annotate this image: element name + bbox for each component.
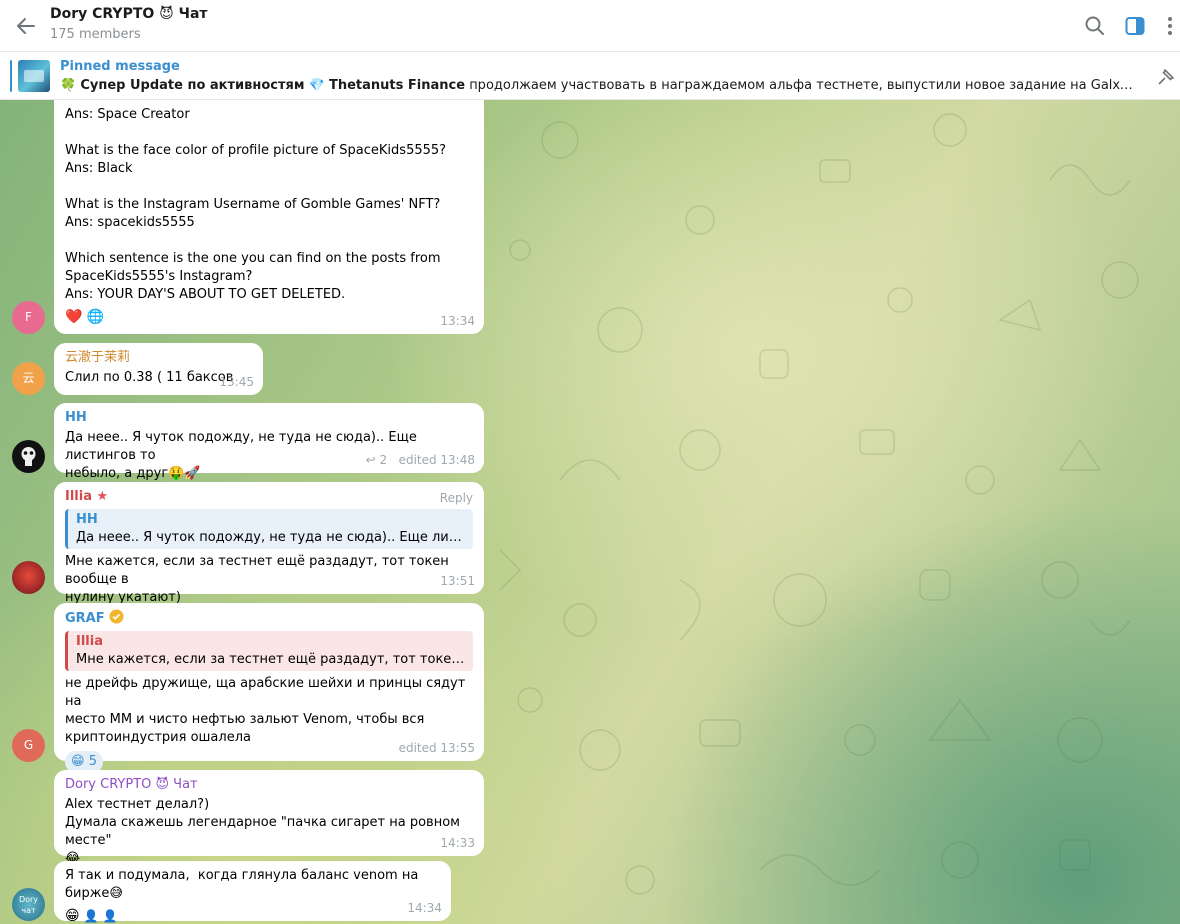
- message-bubble[interactable]: HH Да неее.. Я чуток подожду, не туда не…: [54, 403, 484, 481]
- message-time: 13:51: [440, 574, 475, 588]
- reaction-avatar[interactable]: 👤: [103, 909, 118, 923]
- message-line: What is the face color of profile pictur…: [65, 143, 447, 158]
- back-arrow-icon[interactable]: [12, 12, 40, 40]
- message-text: Я так и подумала, когда глянула баланс v…: [65, 868, 423, 901]
- quoted-reply[interactable]: Illia Мне кажется, если за тестнет ещё р…: [65, 631, 473, 671]
- star-icon: ★: [96, 489, 109, 504]
- reply-count[interactable]: 2: [379, 453, 387, 467]
- chat-header: Dory CRYPTO 😈 Чат 175 members: [0, 0, 1180, 52]
- message-bubble[interactable]: Я так и подумала, когда глянула баланс v…: [54, 861, 451, 924]
- reply-button[interactable]: Reply: [440, 489, 473, 507]
- avatar[interactable]: [12, 440, 45, 473]
- sender-name[interactable]: HH: [65, 409, 473, 427]
- pinned-rest: продолжаем участвовать в награждаемом ал…: [469, 78, 1135, 93]
- message-line: [65, 124, 473, 142]
- sender-name[interactable]: 云澈于茉莉: [65, 349, 252, 367]
- reply-count-icon[interactable]: ↩: [366, 453, 376, 467]
- chat-title[interactable]: Dory CRYPTO 😈 Чат: [50, 6, 208, 22]
- reaction-list: 😁 👤 👤: [65, 907, 440, 924]
- message-line: SpaceKids5555's Instagram?: [65, 269, 253, 284]
- message-time: 13:34: [440, 314, 475, 328]
- message-time: 13:45: [219, 375, 254, 389]
- pinned-thumbnail: [18, 60, 50, 92]
- message-time: edited 13:55: [398, 741, 475, 755]
- pinned-text: 🍀 Супер Update по активностям 💎 Thetanut…: [60, 78, 1135, 93]
- quoted-sender: Illia: [76, 634, 103, 649]
- message-line: Which sentence is the one you can find o…: [65, 251, 441, 266]
- pinned-message-bar[interactable]: Pinned message 🍀 Супер Update по активно…: [0, 52, 1180, 100]
- message-bubble[interactable]: GRAF Illia Мне кажется, если за тестнет …: [54, 603, 484, 773]
- message-line: Думала скажешь легендарное "пачка сигаре…: [65, 815, 465, 848]
- avatar[interactable]: [12, 561, 45, 594]
- reaction-globe[interactable]: 🌐: [87, 309, 104, 325]
- chat-area[interactable]: Ans: Space Creator What is the face colo…: [0, 100, 1180, 924]
- member-count: 175 members: [50, 27, 141, 42]
- quoted-sender: HH: [76, 512, 98, 527]
- sender-name[interactable]: Dory CRYPTO 😈 Чат: [65, 776, 473, 794]
- avatar[interactable]: Dory чат: [12, 888, 45, 921]
- sender-name-row: GRAF: [65, 609, 473, 628]
- avatar[interactable]: 云: [12, 362, 45, 395]
- message-time: 14:34: [407, 901, 442, 915]
- message-bubble[interactable]: 云澈于茉莉 Слил по 0.38 ( 11 баксов 13:45: [54, 343, 263, 395]
- sender-name[interactable]: GRAF: [65, 611, 105, 626]
- avatar-skull-icon: [21, 447, 36, 466]
- message-bubble[interactable]: Ans: Space Creator What is the face colo…: [54, 100, 484, 334]
- avatar[interactable]: G: [12, 729, 45, 762]
- message-bubble[interactable]: Dory CRYPTO 😈 Чат Alex тестнет делал?) Д…: [54, 770, 484, 866]
- quoted-reply[interactable]: HH Да неее.. Я чуток подожду, не туда не…: [65, 509, 473, 549]
- quoted-text: Да неее.. Я чуток подожду, не туда не сю…: [76, 530, 465, 545]
- sender-name[interactable]: Illia: [65, 489, 92, 504]
- more-menu-icon[interactable]: [1158, 14, 1180, 38]
- sender-name-row: Illia ★: [65, 488, 473, 506]
- reaction-avatar[interactable]: 👤: [84, 909, 99, 923]
- message-line: [65, 178, 473, 196]
- sidebar-toggle-icon[interactable]: [1123, 14, 1147, 38]
- pinned-label: Pinned message: [60, 59, 180, 74]
- message-bubble[interactable]: Illia ★ Reply HH Да неее.. Я чуток подож…: [54, 482, 484, 605]
- message-line: What is the Instagram Username of Gomble…: [65, 197, 441, 212]
- reaction-heart[interactable]: ❤️: [65, 309, 82, 325]
- message-time: 14:33: [440, 836, 475, 850]
- pinned-emoji: 🍀: [60, 78, 77, 93]
- message-line: Ans: spacekids5555: [65, 215, 195, 230]
- pinned-indicator: [10, 60, 12, 92]
- pinned-bold-project: Thetanuts Finance: [328, 78, 466, 93]
- search-icon[interactable]: [1083, 14, 1107, 38]
- pinned-bold-title: Супер Update по активностям: [80, 78, 305, 93]
- unpin-icon[interactable]: [1154, 66, 1178, 86]
- reaction-list: ❤️ 🌐: [65, 308, 473, 327]
- message-time: edited 13:48: [398, 453, 475, 467]
- reaction-emoji: 😁: [71, 754, 85, 769]
- verified-badge-icon: [109, 609, 124, 624]
- message-line: Ans: Black: [65, 161, 133, 176]
- message-line: Мне кажется, если за тестнет ещё раздаду…: [65, 554, 453, 587]
- message-line: место ММ и чисто нефтью зальют Venom, чт…: [65, 712, 425, 727]
- message-meta: ↩ 2 edited 13:48: [366, 451, 475, 469]
- avatar[interactable]: F: [12, 301, 45, 334]
- message-line: Ans: YOUR DAY'S ABOUT TO GET DELETED.: [65, 287, 346, 302]
- message-line: Alex тестнет делал?): [65, 797, 210, 812]
- message-line: Ans: Space Creator: [65, 107, 190, 122]
- reaction-grin[interactable]: 😁: [65, 908, 80, 924]
- reaction-count: 5: [88, 754, 97, 769]
- pinned-gem-emoji: 💎: [308, 78, 325, 93]
- quoted-text: Мне кажется, если за тестнет ещё раздаду…: [76, 652, 465, 667]
- message-line: [65, 232, 473, 250]
- message-line: не дрейфь дружище, ща арабские шейхи и п…: [65, 676, 470, 709]
